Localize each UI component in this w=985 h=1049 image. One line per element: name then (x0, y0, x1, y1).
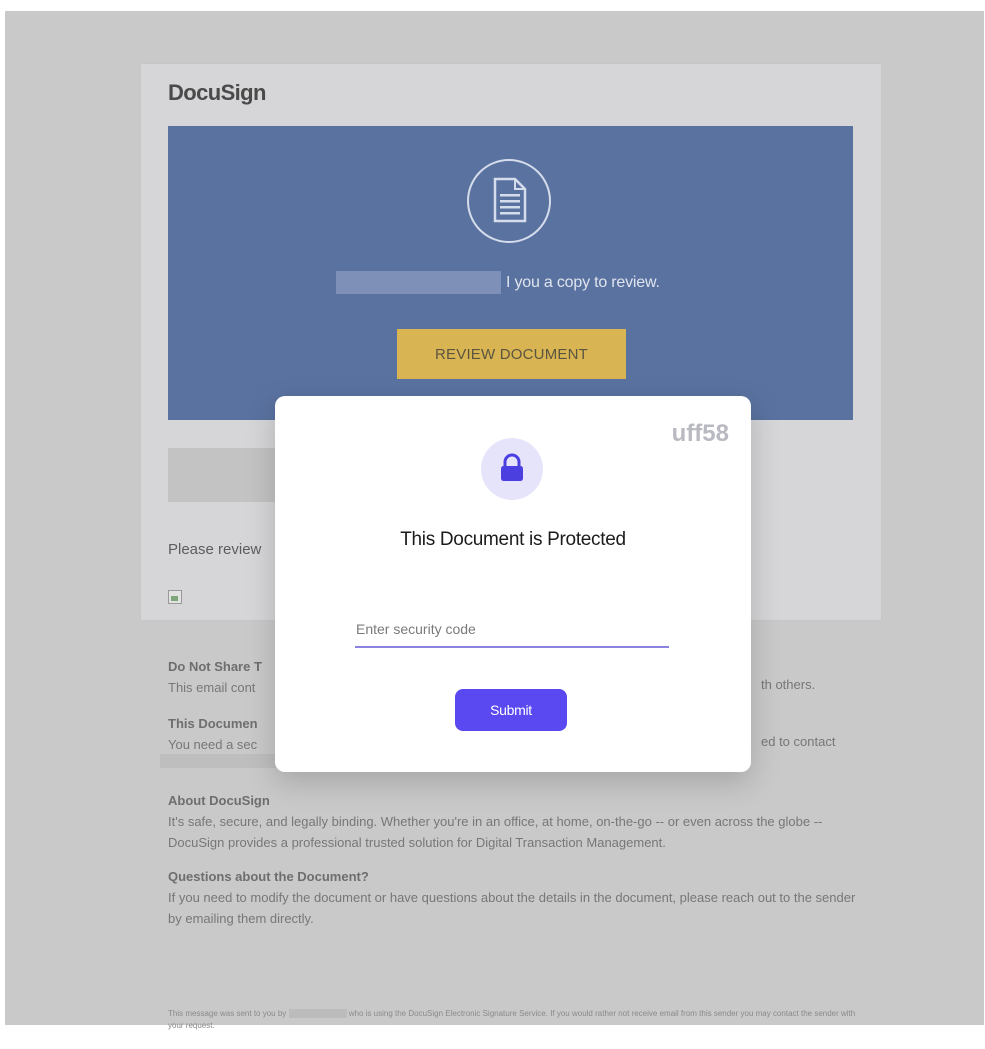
content-placeholder-block (168, 448, 278, 502)
redaction-block (160, 754, 278, 768)
review-document-button[interactable]: REVIEW DOCUMENT (397, 329, 626, 379)
about-text: It's safe, secure, and legally binding. … (168, 814, 823, 850)
about-section: About DocuSign It's safe, secure, and le… (168, 790, 858, 853)
footer-redaction (288, 1009, 347, 1019)
document-icon (467, 159, 551, 243)
modal-title: This Document is Protected (400, 529, 626, 550)
security-code-input[interactable] (355, 612, 669, 648)
banner-message: I you a copy to review. (506, 274, 660, 291)
footer-part-1: This message was sent to you by (168, 1009, 287, 1018)
security-code-modal: uff58 This Document is Protected Submit (275, 396, 751, 772)
sender-name-redaction (336, 271, 501, 294)
docusign-logo: DocuSign (168, 80, 266, 105)
about-heading: About DocuSign (168, 793, 270, 808)
this-document-tail: ed to contact (761, 734, 836, 749)
footer-note: This message was sent to you by who is u… (168, 1008, 858, 1032)
questions-text: If you need to modify the document or ha… (168, 890, 856, 926)
questions-heading: Questions about the Document? (168, 869, 369, 884)
modal-code-label: uff58 (671, 420, 729, 447)
submit-button[interactable]: Submit (455, 689, 567, 731)
questions-section: Questions about the Document? If you nee… (168, 866, 858, 929)
do-not-share-tail: th others. (761, 677, 816, 692)
please-review-text: Please review (168, 541, 262, 558)
broken-image-icon (168, 590, 182, 604)
lock-icon (481, 438, 543, 500)
